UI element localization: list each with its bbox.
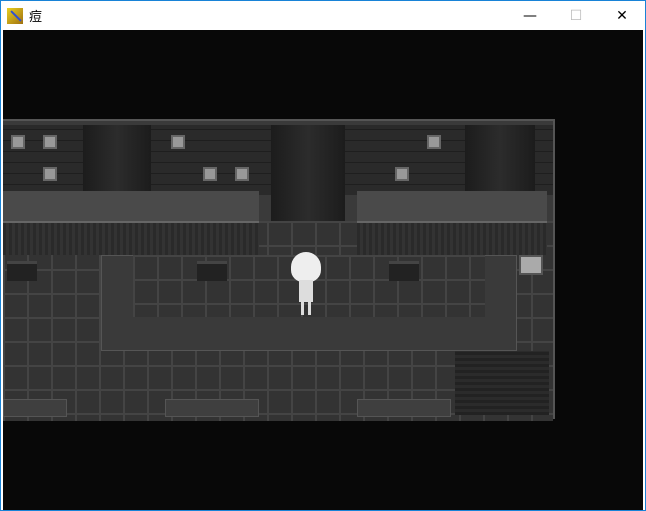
counter-top: [3, 191, 259, 223]
counter-front: [3, 223, 259, 255]
wall-vent: [519, 255, 543, 275]
stool: [7, 261, 37, 281]
minimize-button[interactable]: —: [507, 1, 553, 30]
wall-frame: [427, 135, 441, 149]
window-title: 痘: [29, 10, 43, 25]
player-character: [289, 252, 323, 316]
floor-step: [357, 399, 451, 417]
wall-frame: [203, 167, 217, 181]
close-button[interactable]: ✕: [599, 1, 645, 30]
floor-step: [165, 399, 259, 417]
counter-front: [357, 223, 547, 255]
stool: [197, 261, 227, 281]
wall-frame: [11, 135, 25, 149]
wall-frame: [235, 167, 249, 181]
game-canvas[interactable]: [3, 30, 643, 510]
wall-frame: [43, 135, 57, 149]
title-bar[interactable]: 痘 — ☐ ✕: [1, 1, 645, 30]
wall-frame: [171, 135, 185, 149]
game-window: 痘 — ☐ ✕: [0, 0, 646, 511]
brick-wall: [535, 125, 553, 195]
wall-pillar: [271, 125, 345, 221]
dark-floor-patch: [455, 351, 549, 415]
counter-top: [357, 191, 547, 223]
wall-frame: [395, 167, 409, 181]
brick-wall: [151, 125, 271, 195]
stool: [389, 261, 419, 281]
app-sword-icon: [7, 7, 23, 24]
brick-wall: [345, 125, 465, 195]
floor-step: [3, 399, 67, 417]
maximize-button[interactable]: ☐: [553, 1, 599, 30]
room: [3, 119, 555, 421]
wall-frame: [43, 167, 57, 181]
